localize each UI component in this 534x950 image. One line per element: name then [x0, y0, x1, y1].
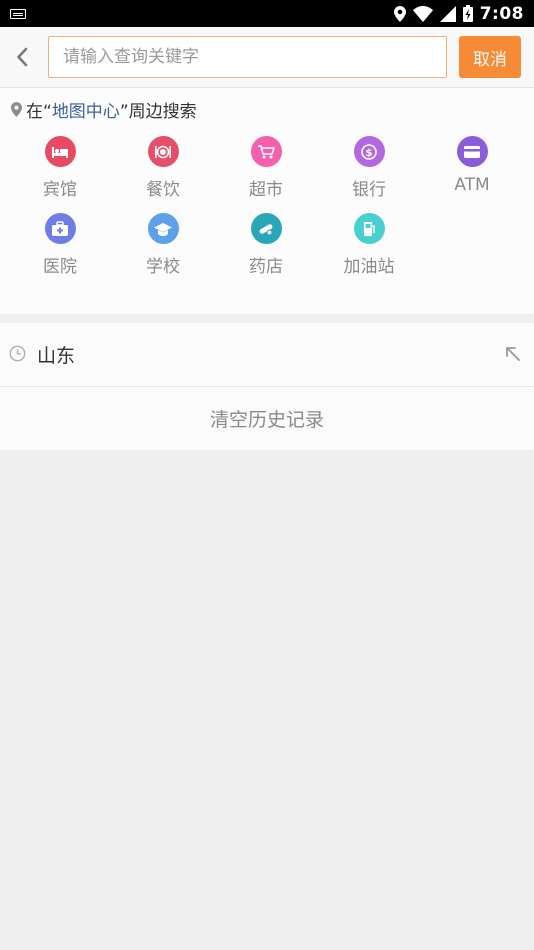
category-dining[interactable]: 餐饮	[111, 136, 215, 208]
map-center-link[interactable]: 地图中心	[52, 97, 120, 122]
pill-icon	[250, 213, 282, 244]
medical-kit-icon	[44, 213, 76, 244]
nearby-title-prefix: 在“	[26, 101, 52, 122]
map-pin-icon	[11, 101, 22, 117]
nearby-title-suffix: ”周边搜索	[119, 101, 197, 122]
category-school[interactable]: 学校	[111, 213, 215, 285]
hotel-bed-icon	[44, 136, 76, 167]
back-button[interactable]	[8, 39, 36, 75]
cell-signal-icon	[439, 5, 456, 22]
search-history-list: 山东 清空历史记录	[0, 323, 534, 450]
category-label: 超市	[249, 180, 283, 200]
clock-icon	[9, 345, 26, 362]
category-label: 药店	[249, 257, 283, 277]
category-supermarket[interactable]: 超市	[214, 136, 318, 208]
search-header: 取消	[0, 27, 534, 88]
chevron-left-icon	[17, 47, 28, 67]
search-input[interactable]	[48, 36, 447, 78]
category-label: 餐饮	[146, 180, 180, 200]
gas-pump-icon	[353, 213, 385, 244]
shopping-cart-icon	[250, 136, 282, 167]
category-label: ATM	[454, 175, 490, 195]
wifi-icon	[412, 5, 433, 22]
category-label: 学校	[146, 257, 180, 277]
location-icon	[393, 5, 406, 22]
arrow-up-left-icon[interactable]	[504, 345, 522, 363]
status-bar: 7:08	[0, 0, 534, 27]
category-label: 银行	[352, 180, 386, 200]
category-gas-station[interactable]: 加油站	[317, 213, 421, 285]
category-hotel[interactable]: 宾馆	[8, 136, 112, 208]
category-hospital[interactable]: 医院	[8, 213, 112, 285]
history-item-text: 山东	[37, 345, 76, 367]
keyboard-icon	[10, 8, 26, 19]
nearby-search-panel: 在“ 地图中心 ”周边搜索 宾馆 餐饮 超市 $ 银行 ATM 医院 学校 药店…	[0, 88, 534, 314]
category-label: 加油站	[343, 257, 395, 277]
clear-history-button[interactable]: 清空历史记录	[0, 387, 534, 450]
dining-plate-icon	[147, 136, 179, 167]
category-bank[interactable]: $ 银行	[317, 136, 421, 208]
status-time: 7:08	[479, 3, 524, 24]
category-atm[interactable]: ATM	[420, 136, 524, 208]
graduation-cap-icon	[147, 213, 179, 244]
category-pharmacy[interactable]: 药店	[214, 213, 318, 285]
cancel-button[interactable]: 取消	[459, 36, 521, 78]
battery-charging-icon	[462, 5, 473, 22]
history-item[interactable]: 山东	[0, 323, 534, 387]
dollar-coin-icon: $	[353, 136, 385, 167]
category-label: 宾馆	[43, 180, 77, 200]
category-label: 医院	[43, 257, 77, 277]
svg-text:$: $	[366, 148, 373, 159]
nearby-title: 在“ 地图中心 ”周边搜索	[11, 97, 197, 122]
bank-card-icon	[456, 136, 488, 167]
